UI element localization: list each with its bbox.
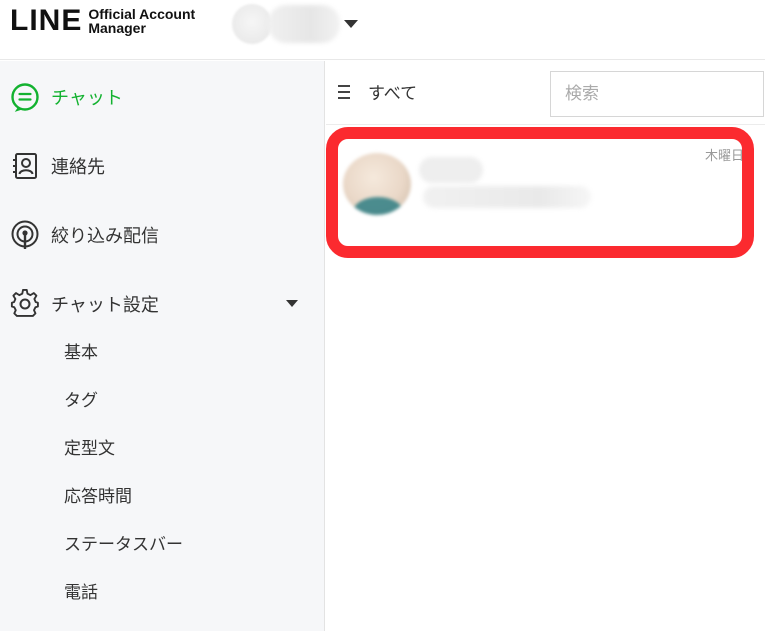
- chat-list-toolbar: すべて: [326, 61, 765, 125]
- sidebar-item-label: チャット設定: [51, 295, 159, 316]
- account-name-blurred: [268, 5, 340, 43]
- chat-timestamp: 木曜日: [705, 149, 745, 164]
- chat-filter-dropdown[interactable]: すべて: [338, 79, 417, 104]
- avatar: [343, 153, 411, 215]
- account-switcher[interactable]: [232, 4, 358, 44]
- sidebar-item-label: 絞り込み配信: [51, 226, 159, 247]
- sidebar-item-label: チャット: [51, 88, 123, 109]
- sidebar-item-targeted-broadcast[interactable]: 絞り込み配信: [0, 207, 324, 263]
- settings-subitem-templates[interactable]: 定型文: [64, 434, 314, 464]
- settings-subitem-status-bar[interactable]: ステータスバー: [64, 530, 314, 560]
- logo-subtitle-line2: Manager: [88, 20, 146, 36]
- sidebar-item-chat-settings[interactable]: チャット設定: [0, 276, 324, 332]
- caret-down-icon[interactable]: [344, 20, 358, 28]
- gear-icon: [8, 287, 42, 321]
- logo-subtitle: Official Account Manager: [88, 7, 195, 35]
- broadcast-icon: [8, 218, 42, 252]
- chat-message-preview-blurred: [423, 186, 591, 208]
- chat-bubble-icon: [8, 80, 42, 114]
- hamburger-menu-icon: [338, 84, 354, 99]
- app-header: LINE Official Account Manager: [0, 0, 765, 60]
- settings-subitem-response-hours[interactable]: 応答時間: [64, 482, 314, 512]
- settings-subitem-tags[interactable]: タグ: [64, 386, 314, 416]
- settings-subitem-phone[interactable]: 電話: [64, 578, 314, 608]
- logo-line-text: LINE: [10, 4, 83, 37]
- search-input[interactable]: [550, 71, 764, 117]
- sidebar-item-label: 連絡先: [51, 157, 105, 178]
- sidebar-item-contacts[interactable]: 連絡先: [0, 138, 324, 194]
- line-oa-logo[interactable]: LINE Official Account Manager: [10, 6, 195, 36]
- sidebar: チャット 連絡先 絞り込み配信 チャット設定 基本 タグ 定型文 応答時間 ステ…: [0, 61, 325, 631]
- account-avatar: [232, 4, 272, 44]
- caret-down-icon[interactable]: [286, 300, 298, 307]
- sidebar-item-chat[interactable]: チャット: [0, 69, 324, 125]
- settings-subitem-basic[interactable]: 基本: [64, 338, 314, 368]
- chat-contact-name-blurred: [419, 157, 483, 183]
- contact-card-icon: [8, 149, 42, 183]
- filter-label: すべて: [368, 84, 418, 104]
